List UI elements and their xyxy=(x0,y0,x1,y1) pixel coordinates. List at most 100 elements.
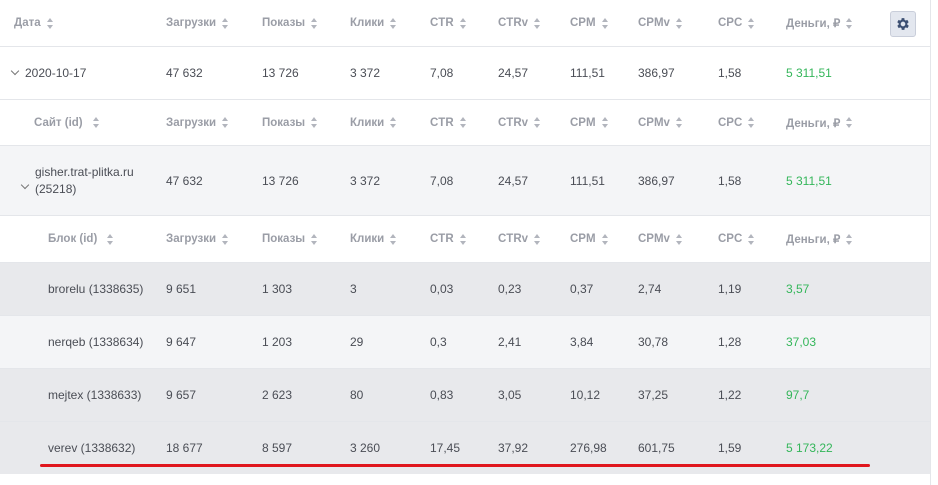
sort-icon[interactable] xyxy=(459,233,467,245)
cpm-value: 111,51 xyxy=(570,173,605,188)
col-header-clicks[interactable]: Клики xyxy=(350,100,397,145)
cpmv-value: 386,97 xyxy=(638,66,675,80)
col-header-clicks[interactable]: Клики xyxy=(350,0,397,46)
col-header-ctr[interactable]: CTR xyxy=(430,0,467,46)
col-header-cpm[interactable]: CPM xyxy=(570,216,609,262)
cpc-value: 1,22 xyxy=(718,388,742,402)
col-header-clicks[interactable]: Клики xyxy=(350,216,397,262)
shows-value: 13 726 xyxy=(262,66,299,80)
cpm-value: 10,12 xyxy=(570,388,601,402)
sort-icon[interactable] xyxy=(107,233,114,245)
col-header-date[interactable]: Дата xyxy=(14,0,54,46)
sort-icon[interactable] xyxy=(846,117,853,128)
sort-icon[interactable] xyxy=(534,233,541,245)
col-header-cpc[interactable]: CPC xyxy=(718,0,755,46)
site-row[interactable]: gisher.trat-plitka.ru (25218) 47 632 13 7… xyxy=(0,146,930,216)
highlight-underline xyxy=(40,464,870,467)
sort-icon[interactable] xyxy=(748,17,755,29)
col-header-cpm[interactable]: CPM xyxy=(570,0,609,46)
money-value: 97,7 xyxy=(786,388,810,402)
chevron-down-icon[interactable] xyxy=(20,180,30,189)
clicks-value: 80 xyxy=(350,388,364,402)
sort-icon[interactable] xyxy=(311,117,318,128)
clicks-value: 29 xyxy=(350,335,364,349)
ctrv-value: 24,57 xyxy=(498,173,529,188)
gear-icon xyxy=(897,18,909,30)
sort-icon[interactable] xyxy=(222,233,229,245)
col-header-money[interactable]: Деньги, ₽ xyxy=(786,0,853,46)
clicks-value: 3 372 xyxy=(350,66,381,80)
col-header-cpc[interactable]: CPC xyxy=(718,100,755,145)
sort-icon[interactable] xyxy=(222,17,229,29)
sort-icon[interactable] xyxy=(534,117,541,128)
site-header-row: Сайт (id) Загрузки Показы Клики CTR CTRv… xyxy=(0,100,930,146)
sort-icon[interactable] xyxy=(675,117,683,128)
col-header-ctrv[interactable]: CTRv xyxy=(498,100,541,145)
sort-icon[interactable] xyxy=(222,117,229,128)
col-header-loads[interactable]: Загрузки xyxy=(166,100,229,145)
sort-icon[interactable] xyxy=(459,117,467,128)
col-header-shows[interactable]: Показы xyxy=(262,216,318,262)
sort-icon[interactable] xyxy=(846,233,853,245)
sort-icon[interactable] xyxy=(675,17,683,29)
shows-value: 13 726 xyxy=(262,173,299,188)
col-header-ctrv[interactable]: CTRv xyxy=(498,0,541,46)
sort-icon[interactable] xyxy=(675,233,683,245)
sort-icon[interactable] xyxy=(311,17,318,29)
loads-value: 9 647 xyxy=(166,335,197,349)
chevron-down-icon[interactable] xyxy=(10,66,20,76)
col-header-cpmv[interactable]: CPMv xyxy=(638,100,683,145)
sort-icon[interactable] xyxy=(46,17,54,29)
site-name: gisher.trat-plitka.ru xyxy=(35,164,134,179)
cpmv-value: 37,25 xyxy=(638,388,669,402)
money-value: 5 311,51 xyxy=(786,66,832,80)
col-header-site[interactable]: Сайт (id) xyxy=(34,100,100,145)
col-header-money[interactable]: Деньги, ₽ xyxy=(786,216,853,262)
col-header-ctr[interactable]: CTR xyxy=(430,216,467,262)
ctrv-value: 2,41 xyxy=(498,335,522,349)
col-header-shows[interactable]: Показы xyxy=(262,100,318,145)
col-header-cpmv[interactable]: CPMv xyxy=(638,0,683,46)
col-header-money[interactable]: Деньги, ₽ xyxy=(786,100,853,145)
sort-icon[interactable] xyxy=(459,17,467,29)
date-row[interactable]: 2020-10-17 47 632 13 726 3 372 7,08 24,5… xyxy=(0,47,930,100)
cpm-value: 111,51 xyxy=(570,66,605,80)
sort-icon[interactable] xyxy=(390,233,397,245)
col-header-cpmv[interactable]: CPMv xyxy=(638,216,683,262)
table-row[interactable]: nerqeb (1338634) 9 647 1 203 29 0,3 2,41… xyxy=(0,316,930,369)
date-cell[interactable]: 2020-10-17 xyxy=(10,47,86,99)
sort-icon[interactable] xyxy=(92,117,100,128)
settings-button[interactable] xyxy=(890,11,916,37)
cpc-value: 1,28 xyxy=(718,335,742,349)
sort-icon[interactable] xyxy=(601,17,609,29)
money-value: 37,03 xyxy=(786,335,817,349)
sort-icon[interactable] xyxy=(748,233,755,245)
shows-value: 1 303 xyxy=(262,282,293,296)
sort-icon[interactable] xyxy=(390,17,397,29)
table-row[interactable]: mejtex (1338633) 9 657 2 623 80 0,83 3,0… xyxy=(0,369,930,422)
sort-icon[interactable] xyxy=(601,233,609,245)
ctr-value: 0,83 xyxy=(430,388,454,402)
sort-icon[interactable] xyxy=(534,17,541,29)
date-header-row: Дата Загрузки Показы Клики CTR CTRv CPM … xyxy=(0,0,930,47)
col-header-ctrv[interactable]: CTRv xyxy=(498,216,541,262)
cpmv-value: 2,74 xyxy=(638,282,662,296)
shows-value: 2 623 xyxy=(262,388,293,402)
sort-icon[interactable] xyxy=(601,117,609,128)
col-header-cpc[interactable]: CPC xyxy=(718,216,755,262)
col-header-block[interactable]: Блок (id) xyxy=(48,216,114,262)
col-header-ctr[interactable]: CTR xyxy=(430,100,467,145)
col-header-loads[interactable]: Загрузки xyxy=(166,216,229,262)
sort-icon[interactable] xyxy=(748,117,755,128)
col-header-loads[interactable]: Загрузки xyxy=(166,0,229,46)
col-header-shows[interactable]: Показы xyxy=(262,0,318,46)
ctr-value: 0,03 xyxy=(430,282,454,296)
sort-icon[interactable] xyxy=(311,233,318,245)
table-row[interactable]: brorelu (1338635) 9 651 1 303 3 0,03 0,2… xyxy=(0,263,930,316)
ctrv-value: 24,57 xyxy=(498,66,529,80)
col-header-cpm[interactable]: CPM xyxy=(570,100,609,145)
money-value: 5 311,51 xyxy=(786,173,832,188)
sort-icon[interactable] xyxy=(390,117,397,128)
site-cell[interactable]: gisher.trat-plitka.ru (25218) xyxy=(20,146,134,215)
sort-icon[interactable] xyxy=(846,17,853,29)
